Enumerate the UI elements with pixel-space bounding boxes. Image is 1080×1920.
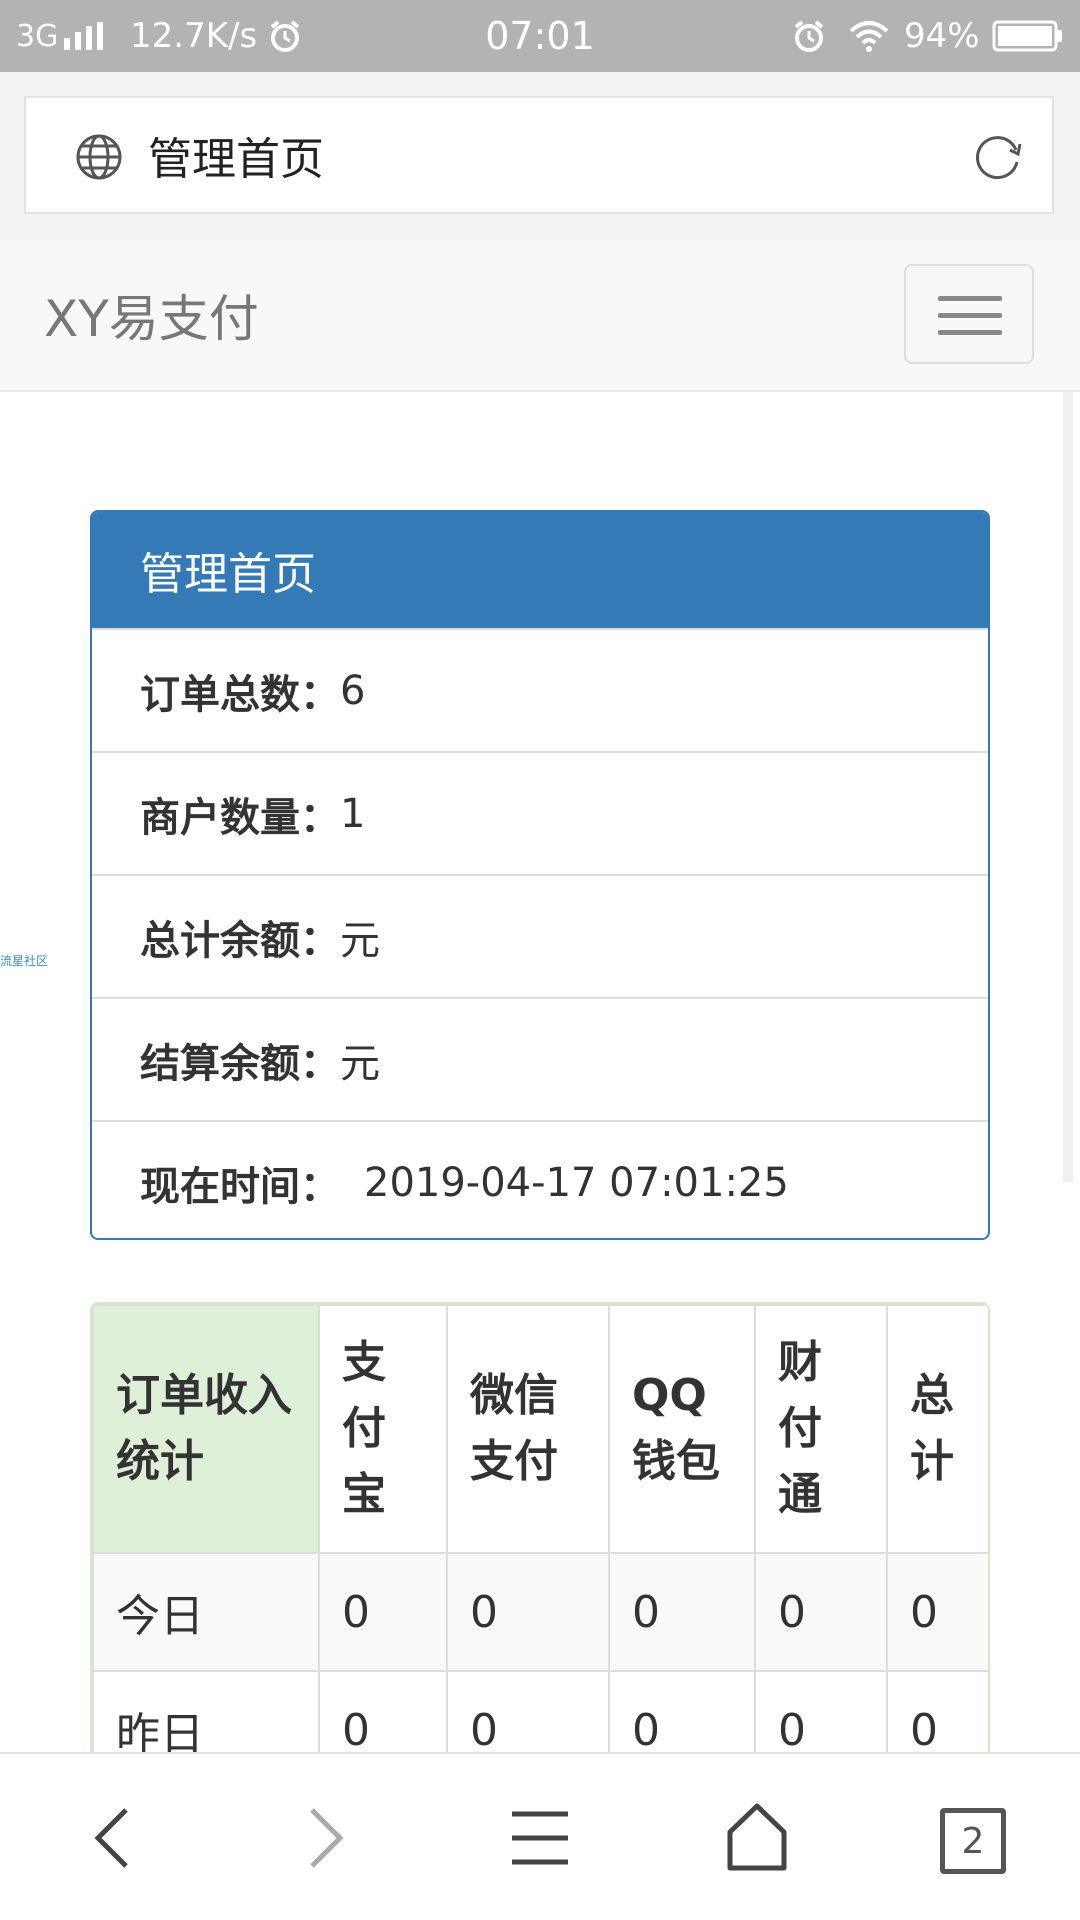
table-cell: 今日 <box>92 1552 320 1672</box>
row-label: 订单总数： <box>140 671 340 718</box>
admin-summary-panel: 管理首页 订单总数： 6 商户数量： 1 总计余额： 元 结算余额： 元 现在时… <box>90 510 990 1240</box>
table-cell: 0 <box>608 1552 756 1672</box>
row-value: 元 <box>340 917 380 964</box>
back-icon[interactable] <box>82 1798 142 1882</box>
site-brand[interactable]: XY易支付 <box>44 240 259 390</box>
table-cell: 0 <box>446 1552 610 1672</box>
site-navbar: XY易支付 <box>0 240 1080 392</box>
table-header: 支付宝 <box>318 1304 448 1554</box>
home-icon[interactable] <box>724 1798 790 1882</box>
list-item: 商户数量： 1 <box>92 751 988 874</box>
row-value: 元 <box>340 1040 380 1087</box>
tabs-icon[interactable]: 2 <box>940 1808 1006 1874</box>
menu-icon[interactable] <box>508 1798 572 1882</box>
scrollbar[interactable] <box>1063 392 1073 1182</box>
table-cell: 0 <box>318 1552 448 1672</box>
status-bar: 3G 12.7K/s 07:01 94% <box>0 0 1080 72</box>
browser-address-area: 管理首页 <box>0 72 1080 240</box>
globe-icon <box>74 132 124 186</box>
hamburger-icon <box>938 296 1002 301</box>
row-value: 2019-04-17 07:01:25 <box>364 1159 789 1206</box>
table-header: 订单收入统计 <box>92 1304 320 1554</box>
list-item: 现在时间： 2019-04-17 07:01:25 <box>92 1120 988 1238</box>
income-stats-table: 订单收入统计 支付宝 微信支付 QQ钱包 财付通 总计 今日 0 0 0 0 0… <box>90 1302 990 1792</box>
page-title: 管理首页 <box>148 134 324 185</box>
tab-count: 2 <box>940 1808 1006 1874</box>
row-label: 商户数量： <box>140 794 340 841</box>
list-item: 结算余额： 元 <box>92 997 988 1120</box>
row-label: 总计余额： <box>140 917 340 964</box>
row-value: 1 <box>340 790 366 837</box>
wifi-icon <box>848 0 890 72</box>
battery-percent: 94% <box>904 16 980 56</box>
table-cell: 0 <box>754 1552 888 1672</box>
address-bar[interactable]: 管理首页 <box>24 96 1054 214</box>
table-row: 今日 0 0 0 0 0 <box>92 1552 988 1672</box>
list-item: 总计余额： 元 <box>92 874 988 997</box>
row-label: 结算余额： <box>140 1040 340 1087</box>
row-value: 6 <box>340 667 366 714</box>
refresh-icon[interactable] <box>970 128 1026 188</box>
table-header: 总计 <box>886 1304 988 1554</box>
menu-toggle-button[interactable] <box>904 264 1034 364</box>
battery-icon <box>992 0 1064 72</box>
table-header: 财付通 <box>754 1304 888 1554</box>
forward-icon[interactable] <box>296 1798 356 1882</box>
alarm-icon <box>792 0 826 72</box>
row-label: 现在时间： <box>140 1163 340 1210</box>
table-cell: 0 <box>886 1552 988 1672</box>
table-header-row: 订单收入统计 支付宝 微信支付 QQ钱包 财付通 总计 <box>92 1304 988 1554</box>
table-header: 微信支付 <box>446 1304 610 1554</box>
list-item: 订单总数： 6 <box>92 628 988 751</box>
browser-bottom-bar: 2 <box>0 1752 1080 1920</box>
panel-title: 管理首页 <box>92 512 988 628</box>
watermark: 流星社区 <box>0 954 49 968</box>
table-header: QQ钱包 <box>608 1304 756 1554</box>
